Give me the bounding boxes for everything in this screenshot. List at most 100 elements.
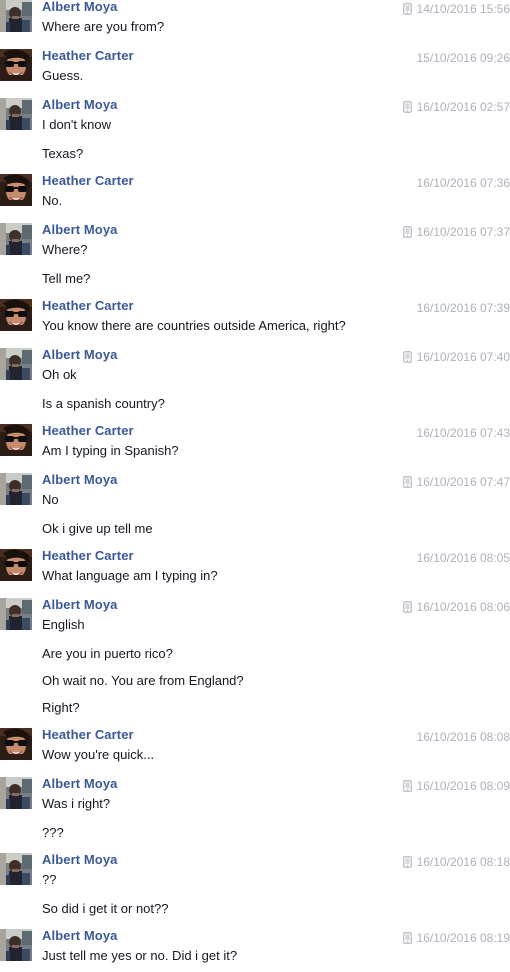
avatar-heather-carter[interactable] [0,728,32,760]
avatar-albert-moya[interactable] [0,0,32,32]
message-continuation: So did i get it or not?? [0,895,510,922]
message-meta: 16/10/2016 07:40 [402,349,510,365]
message-block: Heather Carter 16/10/2016 07:36 No. [0,167,510,216]
avatar-heather-carter[interactable] [0,49,32,81]
message-meta: 16/10/2016 08:05 [417,550,510,566]
message-text: ??? [42,825,64,840]
message-continuation: Ok i give up tell me [0,515,510,542]
message-block: Albert Moya 16/10/2016 08:06 English [0,591,510,640]
message-block: Albert Moya 16/10/2016 08:19 Just tell me… [0,922,510,971]
message-meta: 16/10/2016 07:37 [402,224,510,240]
avatar-albert-moya[interactable] [0,777,32,809]
message-text: Tell me? [42,271,91,286]
timestamp: 16/10/2016 08:06 [416,600,510,614]
message-block: Heather Carter 15/10/2016 09:26 Guess. [0,42,510,91]
message-block: Heather Carter 16/10/2016 08:05 What langu… [0,542,510,591]
timestamp: 14/10/2016 15:56 [416,2,510,16]
message-continuation: Texas? [0,140,510,167]
message-text: I don't know [42,117,111,132]
timestamp: 16/10/2016 08:19 [416,931,510,945]
message-text: Am I typing in Spanish? [42,443,179,458]
message-meta: 16/10/2016 08:09 [402,778,510,794]
message-block: Albert Moya 16/10/2016 07:47 No [0,466,510,515]
message-text: Just tell me yes or no. Did i get it? [42,948,238,963]
avatar-heather-carter[interactable] [0,299,32,331]
mobile-phone-icon [402,351,417,363]
timestamp: 16/10/2016 07:39 [416,301,510,315]
message-continuation: Is a spanish country? [0,390,510,417]
message-meta: 15/10/2016 09:26 [417,50,510,66]
message-meta: 16/10/2016 08:08 [417,729,510,745]
message-meta: 14/10/2016 15:56 [402,1,510,17]
message-text: Guess. [42,68,84,83]
timestamp: 16/10/2016 08:18 [416,855,510,869]
message-text: No. [42,193,63,208]
mobile-phone-icon [402,3,417,15]
message-text: Where are you from? [42,19,165,34]
message-block: Albert Moya 16/10/2016 02:57 I don't know [0,91,510,140]
timestamp: 16/10/2016 07:47 [416,475,510,489]
message-text: No [42,492,59,507]
message-text: Was i right? [42,796,111,811]
timestamp: 15/10/2016 09:26 [416,51,510,65]
message-text: You know there are countries outside Ame… [42,318,346,333]
mobile-phone-icon [402,601,417,613]
message-meta: 16/10/2016 07:39 [417,300,510,316]
mobile-phone-icon [402,856,417,868]
timestamp: 16/10/2016 08:08 [416,730,510,744]
timestamp: 16/10/2016 08:09 [416,779,510,793]
message-text: Wow you're quick... [42,747,155,762]
avatar-albert-moya[interactable] [0,473,32,505]
message-meta: 16/10/2016 07:47 [402,474,510,490]
message-text: Are you in puerto rico? [42,646,173,661]
timestamp: 16/10/2016 07:36 [416,176,510,190]
avatar-albert-moya[interactable] [0,598,32,630]
message-text: So did i get it or not?? [42,901,169,916]
message-text: Right? [42,700,80,715]
message-text: Oh wait no. You are from England? [42,673,244,688]
timestamp: 16/10/2016 02:57 [416,100,510,114]
message-meta: 16/10/2016 02:57 [402,99,510,115]
message-continuation: Oh wait no. You are from England? [0,667,510,694]
message-continuation: Tell me? [0,265,510,292]
message-meta: 16/10/2016 08:19 [402,930,510,946]
message-block: Albert Moya 16/10/2016 07:40 Oh ok [0,341,510,390]
avatar-albert-moya[interactable] [0,348,32,380]
avatar-heather-carter[interactable] [0,549,32,581]
message-text: What language am I typing in? [42,568,218,583]
avatar-albert-moya[interactable] [0,929,32,961]
message-block: Heather Carter 16/10/2016 08:08 Wow you're… [0,721,510,770]
message-text: Where? [42,242,88,257]
message-text: Is a spanish country? [42,396,165,411]
message-continuation: Right? [0,694,510,721]
message-continuation: ??? [0,819,510,846]
message-meta: 16/10/2016 08:06 [402,599,510,615]
timestamp: 16/10/2016 07:37 [416,225,510,239]
avatar-albert-moya[interactable] [0,853,32,885]
message-thread: Albert Moya 14/10/2016 15:56 Where are yo… [0,0,510,971]
mobile-phone-icon [402,101,417,113]
avatar-albert-moya[interactable] [0,98,32,130]
message-block: Albert Moya 16/10/2016 08:18?? [0,846,510,895]
message-meta: 16/10/2016 08:18 [402,854,510,870]
message-text: ?? [42,872,57,887]
mobile-phone-icon [402,932,417,944]
message-meta: 16/10/2016 07:36 [417,175,510,191]
timestamp: 16/10/2016 07:40 [416,350,510,364]
mobile-phone-icon [402,226,417,238]
avatar-heather-carter[interactable] [0,424,32,456]
message-text: Ok i give up tell me [42,521,153,536]
message-continuation: Are you in puerto rico? [0,640,510,667]
message-block: Albert Moya 16/10/2016 08:09 Was i right? [0,770,510,819]
message-block: Heather Carter 16/10/2016 07:39 You know t… [0,292,510,341]
avatar-albert-moya[interactable] [0,223,32,255]
timestamp: 16/10/2016 07:43 [416,426,510,440]
message-text: Texas? [42,146,84,161]
message-text: Oh ok [42,367,77,382]
message-meta: 16/10/2016 07:43 [417,425,510,441]
mobile-phone-icon [402,780,417,792]
avatar-heather-carter[interactable] [0,174,32,206]
mobile-phone-icon [402,476,417,488]
message-block: Albert Moya 16/10/2016 07:37 Where? [0,216,510,265]
message-block: Heather Carter 16/10/2016 07:43 Am I typin… [0,417,510,466]
